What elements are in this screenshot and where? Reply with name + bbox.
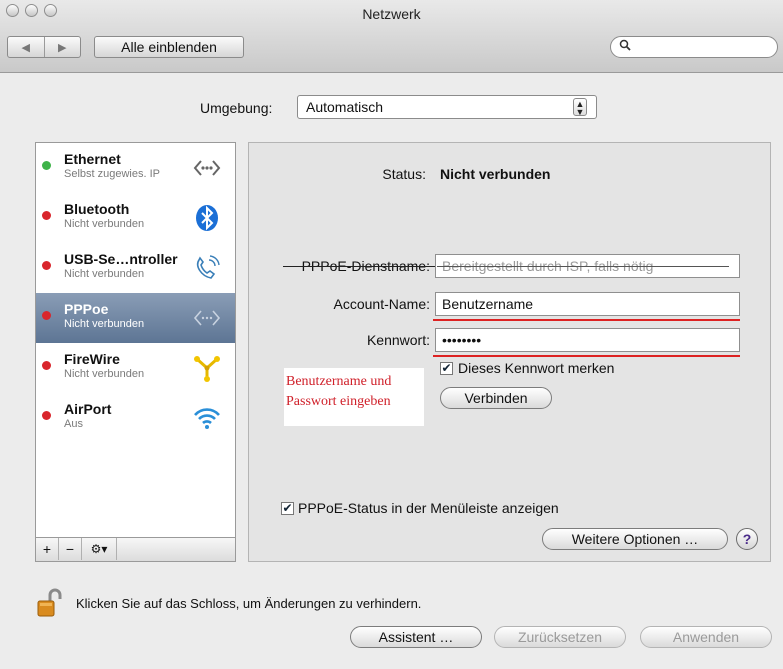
status-indicator-red — [42, 361, 51, 370]
show-all-button[interactable]: Alle einblenden — [94, 36, 244, 58]
status-indicator-red — [42, 411, 51, 420]
forward-arrow-icon: ▶ — [58, 41, 67, 54]
annotation-underline — [433, 355, 740, 357]
back-arrow-icon: ◀ — [21, 41, 30, 54]
password-value: •••••••• — [442, 332, 482, 348]
service-status: Aus — [64, 418, 83, 430]
account-name-value: Benutzername — [442, 296, 534, 312]
account-name-label: Account-Name: — [333, 296, 430, 312]
window-title: Netzwerk — [362, 6, 421, 22]
forward-button[interactable]: ▶ — [43, 37, 81, 57]
remember-password-label: Dieses Kennwort merken — [458, 360, 615, 376]
service-name: Ethernet — [64, 151, 121, 167]
phone-modem-icon — [192, 253, 222, 283]
show-menubar-status-label: PPPoE-Status in der Menüleiste anzeigen — [298, 500, 559, 516]
apply-button[interactable]: Anwenden — [640, 626, 772, 648]
status-indicator-red — [42, 261, 51, 270]
assistant-button[interactable]: Assistent … — [350, 626, 482, 648]
service-status: Nicht verbunden — [64, 318, 145, 330]
service-status: Nicht verbunden — [64, 368, 145, 380]
service-status: Nicht verbunden — [64, 218, 145, 230]
action-menu-button[interactable]: ⚙▾ — [82, 538, 117, 560]
service-status: Nicht verbunden — [64, 268, 145, 280]
service-list-toolbar: + − ⚙▾ — [35, 538, 236, 562]
lock-hint-text: Klicken Sie auf das Schloss, um Änderung… — [76, 596, 422, 611]
status-label: Status: — [382, 166, 426, 182]
service-name: PPPoe — [64, 301, 109, 317]
service-status: Selbst zugewies. IP — [64, 168, 160, 180]
service-name: USB-Se…ntroller — [64, 251, 178, 267]
search-icon — [619, 39, 631, 54]
connect-button[interactable]: Verbinden — [440, 387, 552, 409]
updown-arrows-icon: ▲ ▼ — [573, 98, 587, 117]
ethernet-icon — [192, 153, 222, 183]
account-name-field[interactable]: Benutzername — [435, 292, 740, 316]
history-nav: ◀ ▶ — [7, 36, 81, 58]
remove-service-button[interactable]: − — [59, 538, 82, 560]
service-bluetooth[interactable]: Bluetooth Nicht verbunden — [36, 193, 235, 243]
service-firewire[interactable]: FireWire Nicht verbunden — [36, 343, 235, 393]
annotation-line: Passwort eingeben — [286, 394, 391, 409]
annotation-note: Benutzername und Passwort eingeben — [284, 368, 424, 426]
service-ethernet[interactable]: Ethernet Selbst zugewies. IP — [36, 143, 235, 193]
annotation-underline — [433, 319, 740, 321]
label-strikethrough — [283, 266, 435, 267]
status-indicator-red — [42, 211, 51, 220]
airport-icon — [192, 403, 222, 433]
location-select[interactable]: Automatisch ▲ ▼ — [297, 95, 597, 119]
service-pppoe[interactable]: PPPoe Nicht verbunden — [36, 293, 235, 343]
add-service-button[interactable]: + — [36, 538, 59, 560]
revert-button[interactable]: Zurücksetzen — [494, 626, 626, 648]
remember-password-checkbox[interactable]: ✔ — [440, 362, 453, 375]
field-strikethrough — [437, 266, 729, 267]
bluetooth-icon — [192, 203, 222, 233]
annotation-line: Benutzername und — [286, 374, 392, 389]
service-name: AirPort — [64, 401, 112, 417]
more-options-button[interactable]: Weitere Optionen … — [542, 528, 728, 550]
status-value: Nicht verbunden — [440, 166, 551, 182]
search-input[interactable] — [610, 36, 778, 58]
password-label: Kennwort: — [366, 332, 430, 348]
detail-panel — [248, 142, 771, 562]
show-menubar-status-checkbox[interactable]: ✔ — [281, 502, 294, 515]
status-indicator-red — [42, 311, 51, 320]
pppoe-icon — [192, 303, 222, 333]
service-usb-modem[interactable]: USB-Se…ntroller Nicht verbunden — [36, 243, 235, 293]
back-button[interactable]: ◀ — [8, 37, 44, 57]
help-button[interactable]: ? — [736, 528, 758, 550]
status-indicator-green — [42, 161, 51, 170]
service-name: FireWire — [64, 351, 120, 367]
network-preferences-window: Netzwerk ◀ ▶ Alle einblenden Umgebung: A… — [0, 0, 783, 669]
lock-icon[interactable] — [36, 588, 64, 621]
password-field[interactable]: •••••••• — [435, 328, 740, 352]
location-label: Umgebung: — [200, 100, 273, 116]
firewire-icon — [192, 353, 222, 383]
service-airport[interactable]: AirPort Aus — [36, 393, 235, 443]
location-value: Automatisch — [306, 99, 384, 115]
titlebar: Netzwerk ◀ ▶ Alle einblenden — [0, 0, 783, 73]
service-name: Bluetooth — [64, 201, 130, 217]
service-list: Ethernet Selbst zugewies. IP Bluetooth N… — [35, 142, 236, 538]
